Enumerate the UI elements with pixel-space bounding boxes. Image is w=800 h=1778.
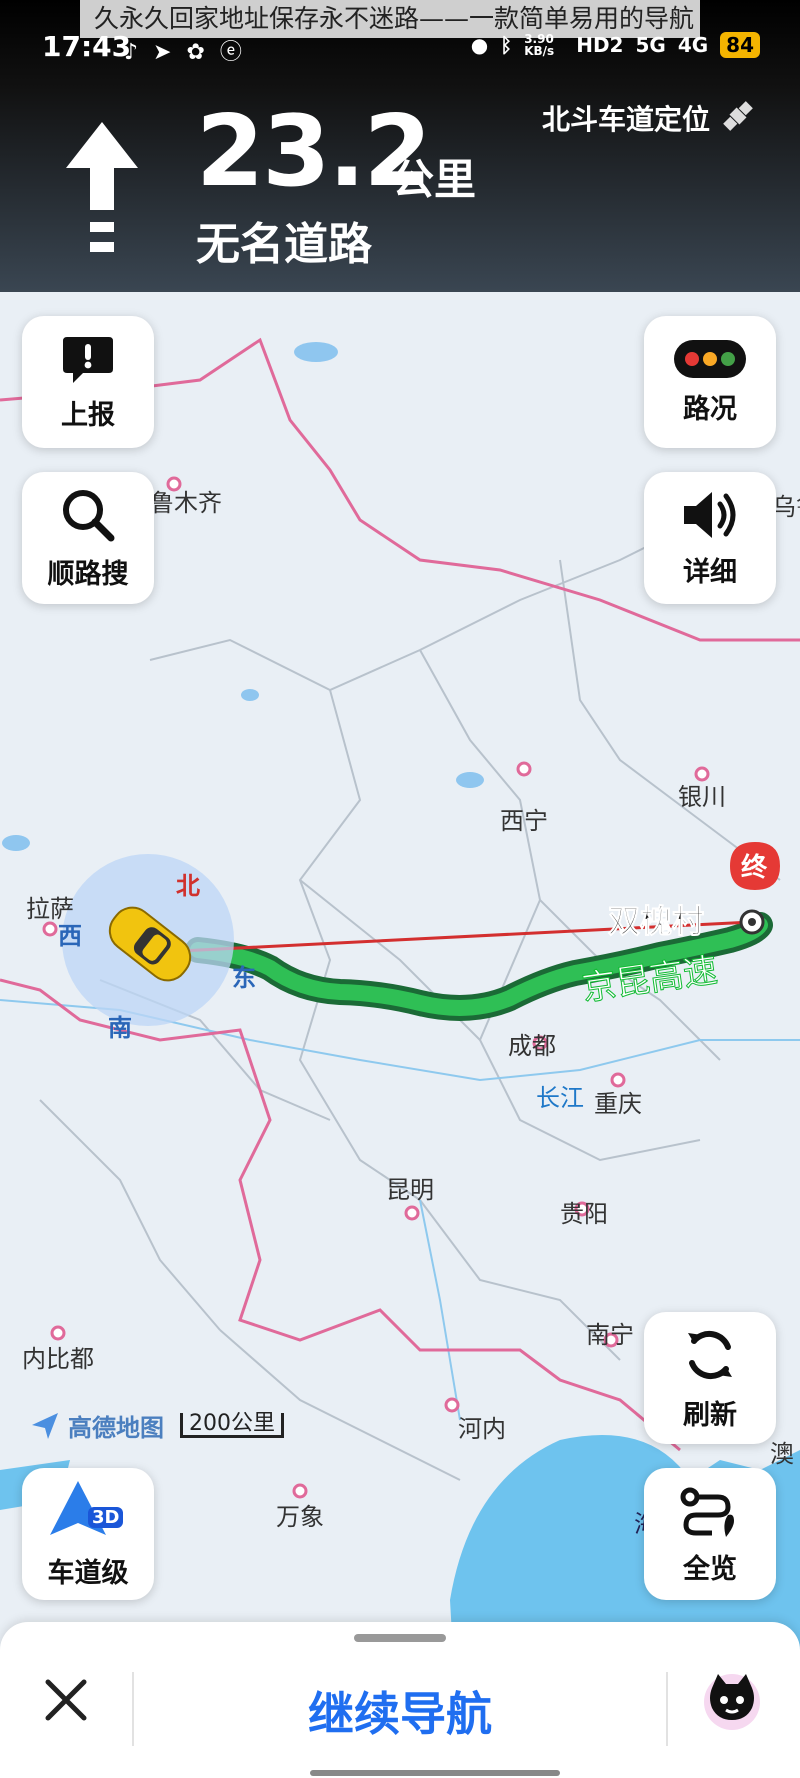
- compass-west: 西: [58, 922, 82, 950]
- bottom-action-bar: 继续导航: [0, 1622, 800, 1778]
- report-icon: [63, 336, 113, 383]
- positioning-label: 北斗车道定位: [541, 103, 710, 136]
- close-icon[interactable]: [44, 1678, 88, 1722]
- report-button[interactable]: 上报: [22, 316, 154, 448]
- lake: [456, 772, 484, 788]
- home-indicator: [310, 1770, 560, 1776]
- voice-assistant-icon[interactable]: [700, 1668, 764, 1732]
- city-label: 重庆: [594, 1090, 642, 1118]
- lane-level-button[interactable]: 3D 车道级: [22, 1468, 154, 1600]
- refresh-icon: [688, 1330, 732, 1379]
- traffic-light-icon: [674, 339, 746, 378]
- status-time: 17:43: [42, 30, 132, 63]
- drag-handle[interactable]: [354, 1634, 446, 1642]
- city-label: 万象: [276, 1503, 324, 1531]
- lane-level-label: 车道级: [47, 1557, 129, 1589]
- road-name: 无名道路: [196, 219, 372, 270]
- search-icon: [63, 489, 115, 541]
- city-label: 成都: [508, 1032, 556, 1060]
- report-label: 上报: [61, 399, 115, 431]
- lake: [2, 835, 30, 851]
- gaode-logo-icon: [32, 1412, 58, 1439]
- lake: [294, 342, 338, 362]
- overview-button[interactable]: 全览: [644, 1468, 776, 1600]
- speaker-icon: [684, 491, 736, 538]
- city-label: 鲁木齐: [150, 489, 222, 517]
- traffic-label: 路况: [683, 393, 737, 425]
- detail-button[interactable]: 详细: [644, 472, 776, 604]
- traffic-button[interactable]: 路况: [644, 316, 776, 448]
- continue-navigation-button[interactable]: 继续导航: [200, 1678, 600, 1744]
- hd-indicator: HD2: [576, 33, 624, 57]
- signal-4g: 4G: [677, 33, 709, 57]
- map-scale: 高德地图 200公里: [30, 1408, 284, 1443]
- city-label: 乌鲁: [772, 493, 800, 521]
- search-along-label: 顺路搜: [47, 558, 129, 590]
- destination-label: 双槐村: [608, 902, 704, 940]
- city-label: 澳: [770, 1440, 794, 1468]
- notification-icons: ♪ ➤ ✿ ⓔ: [124, 40, 246, 65]
- city-label: 银川: [678, 783, 726, 811]
- detail-label: 详细: [683, 556, 737, 588]
- lane-3d-badge: 3D: [88, 1506, 124, 1528]
- battery-level: 84: [720, 32, 760, 58]
- river-label: 长江: [536, 1084, 584, 1112]
- lake: [241, 689, 259, 701]
- city-label: 内比都: [22, 1345, 94, 1373]
- overview-label: 全览: [683, 1553, 737, 1585]
- compass-south: 南: [108, 1014, 132, 1042]
- location-icon: ●: [470, 33, 489, 57]
- destination-point: [748, 918, 756, 926]
- brand-label: 高德地图: [68, 1414, 164, 1442]
- status-bar: 17:43 ♪ ➤ ✿ ⓔ ● ᛒ 3.90 KB/s HD2 5G 4G 84: [0, 26, 800, 86]
- distance-unit: 公里: [392, 155, 477, 204]
- route-overview-icon: [680, 1487, 734, 1537]
- divider: [666, 1672, 668, 1746]
- city-label: 拉萨: [26, 895, 74, 923]
- signal-5g: 5G: [635, 33, 666, 57]
- bluetooth-icon: ᛒ: [500, 33, 513, 57]
- divider: [132, 1672, 134, 1746]
- city-label: 贵阳: [560, 1200, 608, 1228]
- compass-east: 东: [232, 964, 256, 992]
- lane-3d-icon: 3D: [48, 1479, 128, 1543]
- net-speed: 3.90 KB/s: [524, 32, 555, 58]
- city-label: 南宁: [586, 1321, 634, 1349]
- status-indicators: ● ᛒ 3.90 KB/s HD2 5G 4G 84: [471, 32, 760, 58]
- refresh-button[interactable]: 刷新: [644, 1312, 776, 1444]
- compass-north: 北: [176, 872, 200, 900]
- refresh-label: 刷新: [683, 1399, 737, 1431]
- search-along-button[interactable]: 顺路搜: [22, 472, 154, 604]
- destination-badge: 终: [741, 852, 768, 883]
- scale-value: 200公里: [180, 1413, 284, 1438]
- straight-arrow-icon: [66, 122, 138, 252]
- city-label: 昆明: [386, 1176, 434, 1204]
- city-label: 西宁: [500, 807, 548, 835]
- city-label: 河内: [458, 1415, 506, 1443]
- satellite-icon: [723, 101, 753, 131]
